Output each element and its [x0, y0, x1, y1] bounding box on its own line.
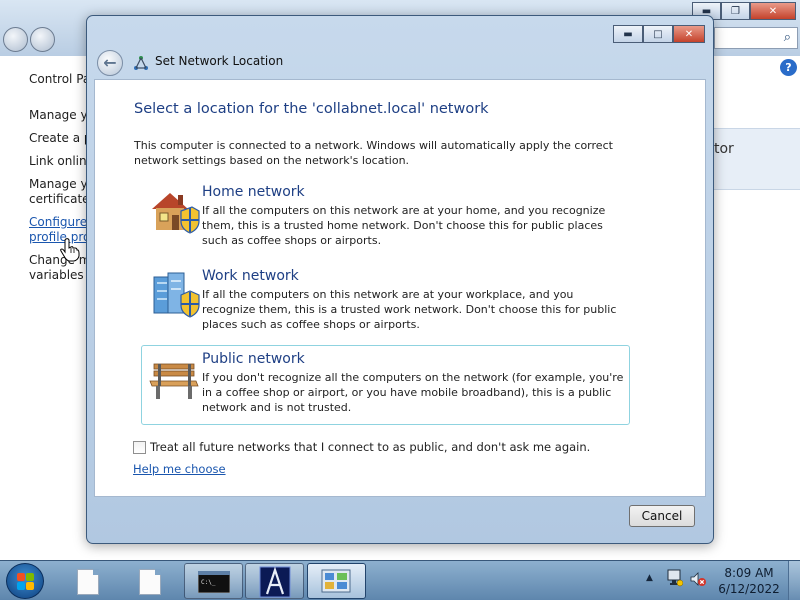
forward-nav-button[interactable]: [30, 27, 55, 52]
task-panel: tor: [714, 128, 800, 190]
option-title: Home network: [202, 184, 305, 200]
sidebar-item-manage-certificates[interactable]: Manage yo: [29, 177, 86, 191]
option-title: Work network: [202, 268, 299, 284]
taskbar-control-panel[interactable]: [307, 563, 366, 599]
option-work-network[interactable]: Work network If all the computers on thi…: [141, 262, 630, 342]
show-hidden-icons-button[interactable]: ▲: [646, 573, 653, 583]
restore-button[interactable]: ❐: [721, 2, 750, 20]
option-title: Public network: [202, 351, 305, 367]
page-title: Select a location for the 'collabnet.loc…: [134, 101, 489, 117]
checkbox-label[interactable]: Treat all future networks that I connect…: [150, 440, 590, 454]
control-panel-icon: [321, 569, 351, 593]
back-button[interactable]: ←: [97, 50, 123, 76]
dialog-minimize-button[interactable]: ▬: [613, 25, 643, 43]
task-panel-text: tor: [714, 141, 734, 157]
sidebar-item-manage-certificates-line2[interactable]: certificates: [29, 192, 86, 206]
taskbar: C:\_ ▲ 8:09 AM 6/12/2022: [0, 560, 800, 600]
help-me-choose-link[interactable]: Help me choose: [133, 462, 226, 476]
sidebar-item-link-online[interactable]: Link online: [29, 154, 86, 168]
public-networks-checkbox[interactable]: [133, 441, 146, 454]
dialog-title: Set Network Location: [155, 54, 284, 68]
document-icon: [139, 569, 161, 595]
clock-date: 6/12/2022: [718, 582, 780, 596]
back-nav-button[interactable]: [3, 27, 28, 52]
search-icon: ⌕: [783, 30, 791, 45]
help-icon[interactable]: ?: [780, 59, 797, 76]
intro-text: This computer is connected to a network.…: [134, 139, 613, 167]
hand-cursor-icon: [60, 238, 80, 262]
search-input[interactable]: ⌕: [714, 27, 798, 49]
taskbar-document-2[interactable]: [128, 563, 172, 599]
show-desktop-button[interactable]: [788, 561, 800, 600]
command-prompt-icon: C:\_: [198, 571, 230, 593]
dialog-maximize-button[interactable]: □: [643, 25, 673, 43]
close-button[interactable]: ✕: [750, 2, 796, 20]
sidebar-item-change-variables-line2[interactable]: variables: [29, 268, 86, 282]
set-network-location-dialog: ▬ □ ✕ ← Set Network Location Select a lo…: [86, 15, 714, 544]
letter-a-app-icon: [259, 566, 291, 598]
sidebar-link-configure-profile[interactable]: Configure: [29, 215, 86, 229]
taskbar-document-1[interactable]: [66, 563, 110, 599]
svg-text:C:\_: C:\_: [201, 579, 216, 586]
option-description: If all the computers on this network are…: [202, 204, 606, 247]
dialog-caption-buttons: ▬ □ ✕: [613, 25, 705, 43]
sidebar-item-manage-accounts[interactable]: Manage yo: [29, 108, 86, 122]
clock-time: 8:09 AM: [724, 566, 774, 580]
taskbar-command-prompt[interactable]: C:\_: [184, 563, 243, 599]
option-public-network[interactable]: Public network If you don't recognize al…: [141, 345, 630, 425]
breadcrumb[interactable]: Control Pa: [29, 72, 86, 86]
windows-logo-icon: [17, 573, 25, 581]
park-bench-icon: [149, 363, 199, 399]
dialog-close-button[interactable]: ✕: [673, 25, 705, 43]
home-network-icon: [152, 193, 200, 234]
volume-muted-icon[interactable]: [690, 571, 706, 587]
cancel-button[interactable]: Cancel: [629, 505, 695, 527]
option-description: If you don't recognize all the computers…: [202, 371, 624, 414]
option-description: If all the computers on this network are…: [202, 288, 617, 331]
system-clock[interactable]: 8:09 AM 6/12/2022: [716, 565, 782, 597]
option-home-network[interactable]: Home network If all the computers on thi…: [141, 178, 630, 258]
network-icon: [134, 56, 148, 70]
document-icon: [77, 569, 99, 595]
network-status-icon[interactable]: [667, 569, 683, 587]
work-network-icon: [153, 272, 200, 318]
dialog-body: Select a location for the 'collabnet.loc…: [94, 79, 706, 497]
start-button[interactable]: [6, 563, 44, 599]
sidebar-item-create-password[interactable]: Create a pa: [29, 131, 86, 145]
taskbar-app-a[interactable]: [245, 563, 304, 599]
